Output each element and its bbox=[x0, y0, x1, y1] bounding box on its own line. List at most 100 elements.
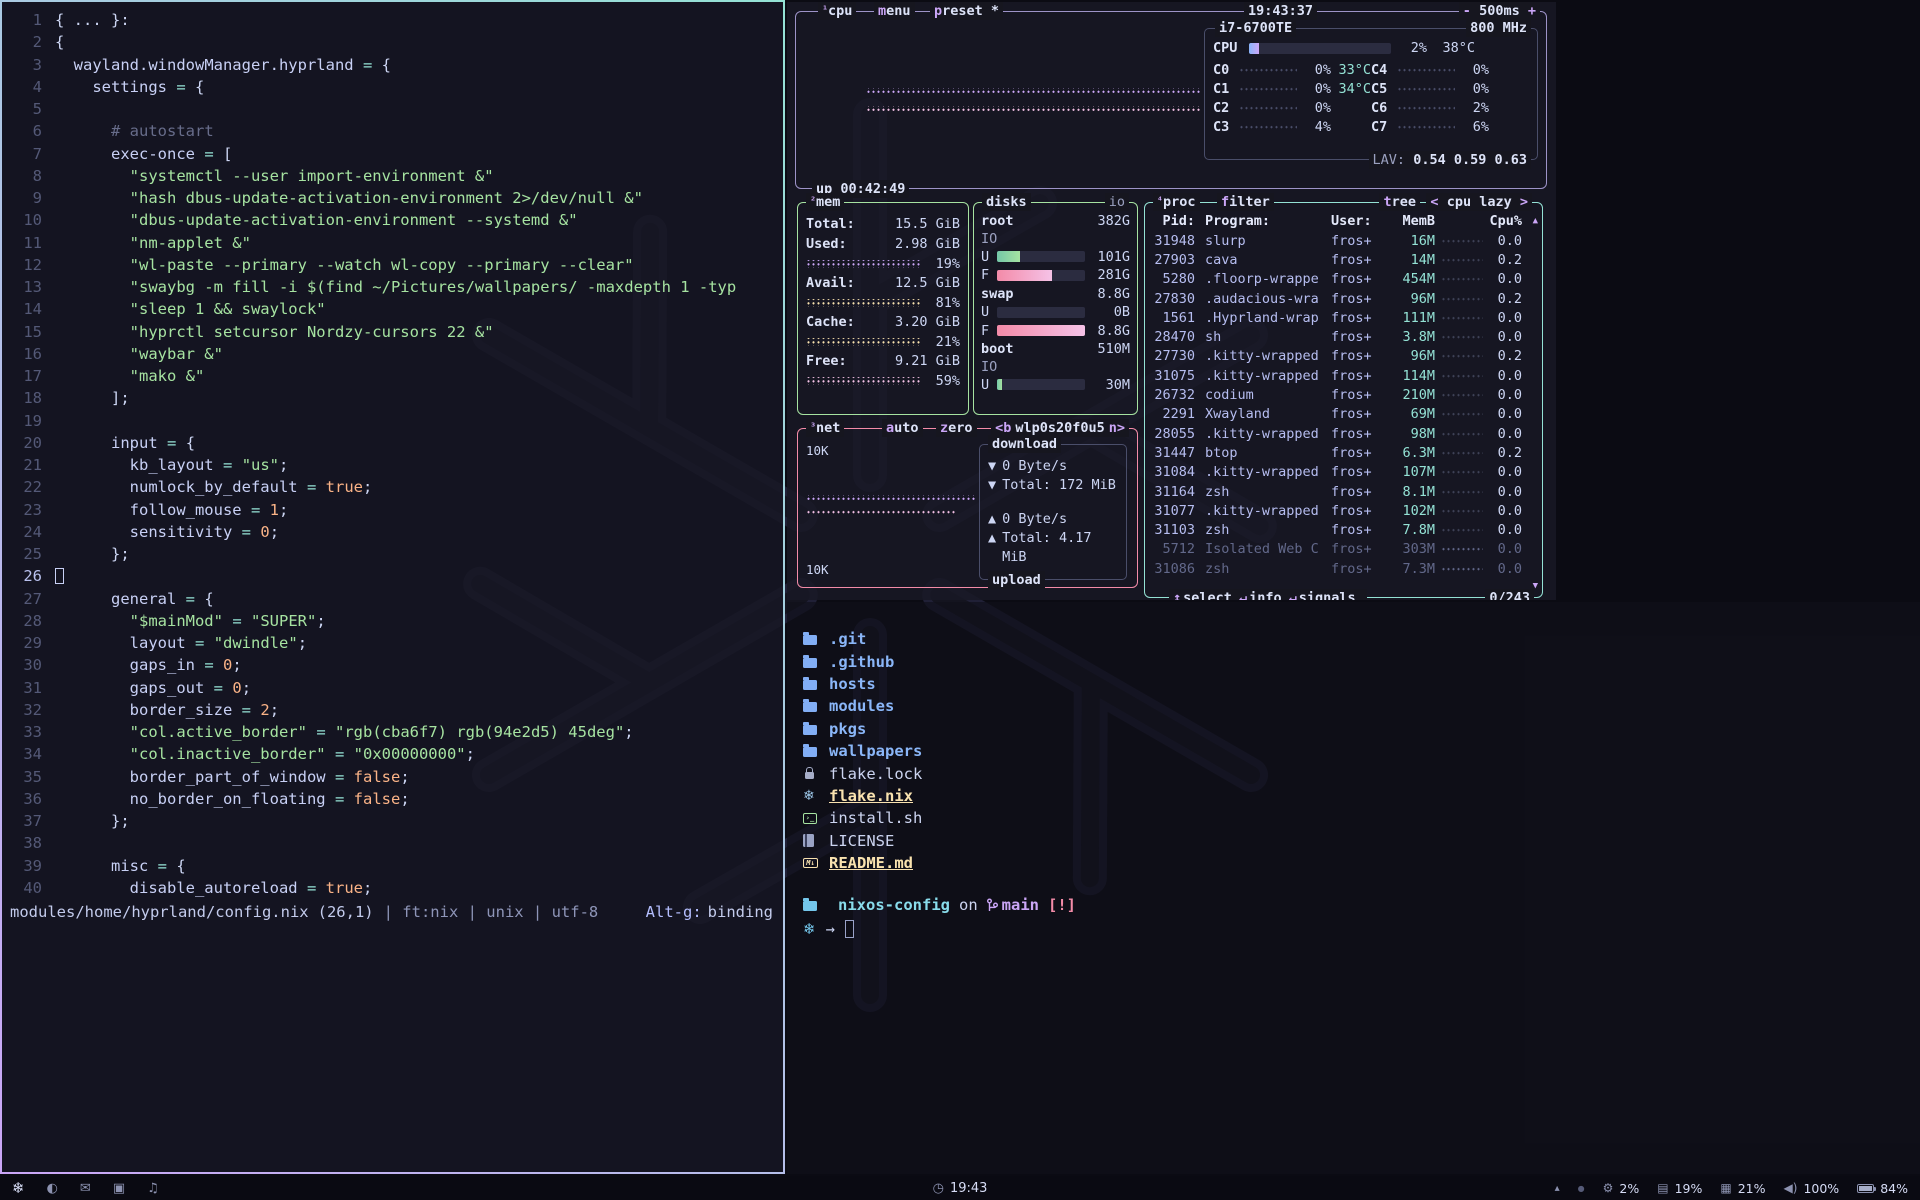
process-row[interactable]: 31077.kitty-wrappedfros+102M0.0 bbox=[1145, 501, 1542, 520]
color-scheme-icon[interactable]: ◐ bbox=[47, 1181, 58, 1196]
btop-window[interactable]: ¹cpu menu preset * 19:43:37 - 500ms + up… bbox=[787, 2, 1556, 600]
process-row[interactable]: 31164zshfros+8.1M0.0 bbox=[1145, 482, 1542, 501]
editor-line[interactable]: 13 "swaybg -m fill -i $(find ~/Pictures/… bbox=[2, 276, 783, 298]
bar-stat-cpu[interactable]: ⚙2% bbox=[1603, 1181, 1640, 1196]
bar-stat-disk[interactable]: ▦21% bbox=[1720, 1181, 1765, 1196]
process-row[interactable]: 5712Isolated Web Cfros+303M0.0 bbox=[1145, 540, 1542, 559]
process-row[interactable]: 31075.kitty-wrappedfros+114M0.0 bbox=[1145, 366, 1542, 385]
editor-line[interactable]: 2{ bbox=[2, 31, 783, 53]
terminal-window[interactable]: .git.githubhostsmodulespkgswallpapersfla… bbox=[787, 602, 1920, 1174]
tray-expand-icon[interactable]: ▴ bbox=[1555, 1183, 1560, 1194]
code-text: "dbus-update-activation-environment --sy… bbox=[55, 209, 578, 231]
editor-line[interactable]: 37 }; bbox=[2, 810, 783, 832]
process-row[interactable]: 28470shfros+3.8M0.0 bbox=[1145, 327, 1542, 346]
process-row[interactable]: 31948slurpfros+16M0.0 bbox=[1145, 231, 1542, 250]
editor-line[interactable]: 3 wayland.windowManager.hyprland = { bbox=[2, 54, 783, 76]
editor-line[interactable]: 38 bbox=[2, 832, 783, 854]
editor-line[interactable]: 12 "wl-paste --primary --watch wl-copy -… bbox=[2, 254, 783, 276]
editor-line[interactable]: 39 misc = { bbox=[2, 855, 783, 877]
editor-line[interactable]: 21 kb_layout = "us"; bbox=[2, 454, 783, 476]
code-text: "waybar &" bbox=[55, 343, 223, 365]
proc-sort-selector[interactable]: < cpu lazy > bbox=[1426, 193, 1532, 211]
editor-line[interactable]: 24 sensitivity = 0; bbox=[2, 521, 783, 543]
editor-line[interactable]: 19 bbox=[2, 410, 783, 432]
process-row[interactable]: 26732codiumfros+210M0.0 bbox=[1145, 385, 1542, 404]
process-row[interactable]: 27903cavafros+14M0.2 bbox=[1145, 250, 1542, 269]
editor-line[interactable]: 36 no_border_on_floating = false; bbox=[2, 788, 783, 810]
code-text: "$mainMod" = "SUPER"; bbox=[55, 610, 326, 632]
editor-line[interactable]: 6 # autostart bbox=[2, 120, 783, 142]
nix-logo-icon[interactable]: ❄ bbox=[12, 1179, 25, 1197]
bar-stat-battery[interactable]: 84% bbox=[1857, 1181, 1908, 1196]
editor-line[interactable]: 32 border_size = 2; bbox=[2, 699, 783, 721]
net-scale-top: 10K bbox=[806, 443, 829, 458]
editor-line[interactable]: 17 "mako &" bbox=[2, 365, 783, 387]
proc-scroll-up-icon[interactable]: ▲ bbox=[1533, 216, 1538, 226]
bar-stat-volume[interactable]: ◀)100% bbox=[1784, 1181, 1840, 1196]
disk-meter bbox=[997, 325, 1085, 336]
code-text: follow_mouse = 1; bbox=[55, 499, 288, 521]
editor-line[interactable]: 18 ]; bbox=[2, 387, 783, 409]
editor-line[interactable]: 30 gaps_in = 0; bbox=[2, 654, 783, 676]
process-row[interactable]: 1561.Hyprland-wrapfros+111M0.0 bbox=[1145, 308, 1542, 327]
editor-line[interactable]: 27 general = { bbox=[2, 588, 783, 610]
code-text: }; bbox=[55, 543, 130, 565]
bar-stat-memory[interactable]: ▤19% bbox=[1657, 1181, 1702, 1196]
process-row[interactable]: 5280.floorp-wrappefros+454M0.0 bbox=[1145, 270, 1542, 289]
net-zero-button[interactable]: zero bbox=[936, 419, 977, 437]
process-row[interactable]: 27730.kitty-wrappedfros+96M0.2 bbox=[1145, 347, 1542, 366]
process-row[interactable]: 27830.audacious-wrafros+96M0.2 bbox=[1145, 289, 1542, 308]
editor-line[interactable]: 22 numlock_by_default = true; bbox=[2, 476, 783, 498]
process-row[interactable]: 31447btopfros+6.3M0.2 bbox=[1145, 443, 1542, 462]
tray-icon[interactable]: ● bbox=[1578, 1184, 1585, 1193]
bar-clock[interactable]: ◷ 19:43 bbox=[933, 1181, 988, 1196]
editor-line[interactable]: 9 "hash dbus-update-activation-environme… bbox=[2, 187, 783, 209]
editor-line[interactable]: 35 border_part_of_window = false; bbox=[2, 766, 783, 788]
proc-tree-button[interactable]: tree bbox=[1379, 193, 1420, 211]
btop-update-interval-control[interactable]: - 500ms + bbox=[1459, 2, 1540, 20]
editor-line[interactable]: 25 }; bbox=[2, 543, 783, 565]
process-row[interactable]: 31084.kitty-wrappedfros+107M0.0 bbox=[1145, 463, 1542, 482]
editor-line[interactable]: 28 "$mainMod" = "SUPER"; bbox=[2, 610, 783, 632]
shell-input-line[interactable]: ❄ → bbox=[803, 917, 1920, 941]
editor-line[interactable]: 31 gaps_out = 0; bbox=[2, 677, 783, 699]
cpu-core-row: C00%33°C bbox=[1213, 60, 1371, 79]
proc-footer-actions[interactable]: ↕select↵info↵signals bbox=[1169, 589, 1367, 600]
editor-line[interactable]: 14 "sleep 1 && swaylock" bbox=[2, 298, 783, 320]
editor-line[interactable]: 10 "dbus-update-activation-environment -… bbox=[2, 209, 783, 231]
disks-io-toggle[interactable]: io bbox=[1105, 193, 1129, 211]
chat-icon[interactable]: ✉ bbox=[80, 1181, 91, 1196]
editor-line[interactable]: 7 exec-once = [ bbox=[2, 143, 783, 165]
editor-line[interactable]: 20 input = { bbox=[2, 432, 783, 454]
editor-line[interactable]: 11 "nm-applet &" bbox=[2, 232, 783, 254]
proc-filter-button[interactable]: filter bbox=[1217, 193, 1274, 211]
process-row[interactable]: 31086zshfros+7.3M0.0 bbox=[1145, 559, 1542, 578]
git-branch-icon bbox=[987, 898, 998, 912]
editor-line[interactable]: 1{ ... }: bbox=[2, 9, 783, 31]
net-upload-graph bbox=[806, 509, 956, 515]
net-auto-button[interactable]: auto bbox=[882, 419, 923, 437]
editor-line[interactable]: 29 layout = "dwindle"; bbox=[2, 632, 783, 654]
editor-line[interactable]: 5 bbox=[2, 98, 783, 120]
process-row[interactable]: 28055.kitty-wrappedfros+98M0.0 bbox=[1145, 424, 1542, 443]
process-row[interactable]: 31103zshfros+7.8M0.0 bbox=[1145, 520, 1542, 539]
cpu-usage-graph-2 bbox=[866, 106, 1200, 113]
process-row[interactable]: 2291Xwaylandfros+69M0.0 bbox=[1145, 405, 1542, 424]
btop-menu-button[interactable]: menu bbox=[874, 2, 915, 20]
btop-preset-button[interactable]: preset * bbox=[930, 2, 1003, 20]
editor-buffer[interactable]: 1{ ... }:2{3 wayland.windowManager.hyprl… bbox=[2, 2, 783, 899]
editor-line[interactable]: 26 bbox=[2, 565, 783, 587]
disk-meter-row: F8.8G bbox=[981, 322, 1130, 341]
process-mem-meter bbox=[1441, 411, 1483, 417]
screenshot-icon[interactable]: ▣ bbox=[113, 1181, 125, 1196]
editor-line[interactable]: 23 follow_mouse = 1; bbox=[2, 499, 783, 521]
music-icon[interactable]: ♫ bbox=[147, 1181, 159, 1196]
editor-window[interactable]: 1{ ... }:2{3 wayland.windowManager.hyprl… bbox=[0, 0, 785, 1174]
editor-line[interactable]: 40 disable_autoreload = true; bbox=[2, 877, 783, 899]
editor-line[interactable]: 16 "waybar &" bbox=[2, 343, 783, 365]
editor-line[interactable]: 4 settings = { bbox=[2, 76, 783, 98]
editor-line[interactable]: 33 "col.active_border" = "rgb(cba6f7) rg… bbox=[2, 721, 783, 743]
editor-line[interactable]: 8 "systemctl --user import-environment &… bbox=[2, 165, 783, 187]
editor-line[interactable]: 34 "col.inactive_border" = "0x00000000"; bbox=[2, 743, 783, 765]
editor-line[interactable]: 15 "hyprctl setcursor Nordzy-cursors 22 … bbox=[2, 321, 783, 343]
